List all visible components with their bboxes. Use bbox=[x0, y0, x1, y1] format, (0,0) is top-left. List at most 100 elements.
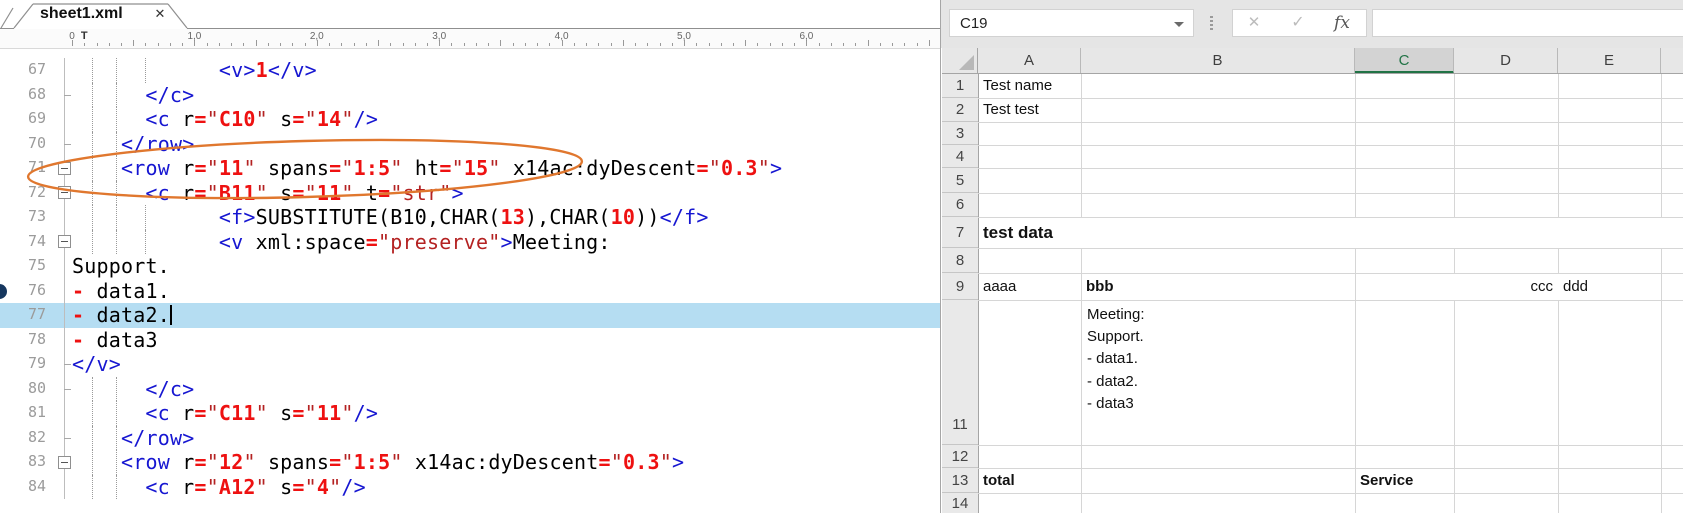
indent-guide bbox=[92, 450, 94, 475]
editor-tab-bar: sheet1.xml ✕ bbox=[0, 0, 940, 29]
tab-close-icon[interactable]: ✕ bbox=[152, 6, 168, 22]
name-box-dropdown-icon[interactable] bbox=[1174, 22, 1184, 27]
column-header-C[interactable]: C bbox=[1355, 48, 1454, 74]
formula-buttons: ✕ ✓ fx bbox=[1232, 9, 1367, 37]
cell-D9[interactable]: ccc bbox=[1459, 273, 1553, 300]
ruler-tick bbox=[415, 43, 416, 46]
formula-bar-input[interactable] bbox=[1372, 9, 1683, 37]
code-line-69[interactable]: <c r="C10" s="14"/> bbox=[145, 107, 378, 132]
row-header-2[interactable]: 2 bbox=[942, 98, 978, 122]
cell-E9[interactable]: ddd bbox=[1563, 273, 1656, 300]
fold-collapse-icon[interactable] bbox=[58, 235, 71, 248]
editor-ruler: 01,02,03,04,05,06,0T bbox=[0, 29, 940, 49]
cell-C13[interactable]: Service bbox=[1360, 468, 1449, 493]
column-header-D[interactable]: D bbox=[1454, 48, 1558, 74]
code-line-80[interactable]: </c> bbox=[145, 377, 194, 402]
row-header-9[interactable]: 9 bbox=[942, 273, 978, 300]
ruler-tick bbox=[451, 43, 452, 46]
cell-A2[interactable]: Test test bbox=[983, 98, 1076, 122]
line-number: 67 bbox=[0, 60, 46, 78]
tab-sheet1-xml[interactable]: sheet1.xml bbox=[40, 5, 123, 23]
ruler-tick bbox=[549, 43, 550, 46]
fold-collapse-icon[interactable] bbox=[58, 456, 71, 469]
fold-end-tick bbox=[64, 95, 71, 96]
code-line-77[interactable]: - data2. bbox=[72, 303, 170, 328]
ruler-tick bbox=[84, 43, 85, 46]
indent-guide bbox=[145, 58, 147, 83]
column-header-F[interactable] bbox=[1661, 48, 1683, 74]
code-line-79[interactable]: </v> bbox=[72, 352, 121, 377]
row-header-3[interactable]: 3 bbox=[942, 122, 978, 145]
ruler-tick bbox=[917, 43, 918, 46]
indent-guide bbox=[92, 401, 94, 426]
code-line-67[interactable]: <v>1</v> bbox=[219, 58, 317, 83]
code-line-78[interactable]: - data3 bbox=[72, 328, 158, 353]
ruler-tick bbox=[672, 43, 673, 46]
ruler-label: 3,0 bbox=[432, 31, 446, 42]
insert-function-icon[interactable]: fx bbox=[1323, 10, 1361, 36]
column-header-B[interactable]: B bbox=[1081, 48, 1355, 74]
indent-guide bbox=[116, 230, 118, 255]
ruler-tick bbox=[904, 43, 905, 46]
row-header-14[interactable]: 14 bbox=[942, 493, 978, 513]
name-box-value: C19 bbox=[960, 15, 988, 32]
code-line-75[interactable]: Support. bbox=[72, 254, 170, 279]
fold-end-tick bbox=[64, 438, 71, 439]
select-all-button[interactable] bbox=[942, 48, 978, 74]
row-header-7[interactable]: 7 bbox=[942, 217, 978, 248]
ruler-tick bbox=[855, 43, 856, 46]
cell-B9[interactable]: bbb bbox=[1086, 273, 1350, 300]
column-header-E[interactable]: E bbox=[1558, 48, 1661, 74]
column-header-A[interactable]: A bbox=[978, 48, 1081, 74]
ruler-tick bbox=[733, 43, 734, 46]
indent-guide bbox=[116, 475, 118, 500]
row-header-11[interactable]: 11 bbox=[942, 300, 978, 445]
row-header-8[interactable]: 8 bbox=[942, 248, 978, 273]
row-header-12[interactable]: 12 bbox=[942, 445, 978, 468]
indent-guide bbox=[116, 58, 118, 83]
row-header-1[interactable]: 1 bbox=[942, 74, 978, 98]
indent-guide bbox=[145, 230, 147, 255]
code-line-83[interactable]: <row r="12" spans="1:5" x14ac:dyDescent=… bbox=[121, 450, 684, 475]
ruler-tick bbox=[219, 43, 220, 46]
ruler-tick bbox=[513, 43, 514, 46]
row-header-5[interactable]: 5 bbox=[942, 168, 978, 193]
cell-A1[interactable]: Test name bbox=[983, 74, 1076, 98]
ruler-tick bbox=[843, 43, 844, 46]
code-line-81[interactable]: <c r="C11" s="11"/> bbox=[145, 401, 378, 426]
indent-guide bbox=[116, 450, 118, 475]
ruler-tick bbox=[647, 43, 648, 46]
code-line-68[interactable]: </c> bbox=[145, 83, 194, 108]
name-box[interactable]: C19 bbox=[949, 9, 1194, 37]
enter-icon[interactable]: ✓ bbox=[1279, 10, 1317, 36]
indent-guide bbox=[116, 107, 118, 132]
indent-guide bbox=[116, 401, 118, 426]
indent-guide bbox=[92, 58, 94, 83]
ruler-tick bbox=[329, 43, 330, 46]
cell-B11[interactable]: Meeting:Support.- data1.- data2.- data3 bbox=[1087, 304, 1349, 415]
code-line-76[interactable]: - data1. bbox=[72, 279, 170, 304]
cell-A7[interactable]: test data bbox=[983, 217, 1076, 248]
code-line-84[interactable]: <c r="A12" s="4"/> bbox=[145, 475, 365, 500]
ruler-tick bbox=[721, 43, 722, 46]
ruler-tick bbox=[709, 43, 710, 46]
ruler-tick bbox=[782, 43, 783, 46]
ruler-tick bbox=[794, 43, 795, 46]
ruler-tick bbox=[231, 43, 232, 46]
ruler-tick bbox=[745, 40, 746, 46]
row-header-6[interactable]: 6 bbox=[942, 193, 978, 217]
row-header-13[interactable]: 13 bbox=[942, 468, 978, 493]
ruler-tick bbox=[880, 43, 881, 46]
cell-A13[interactable]: total bbox=[983, 468, 1076, 493]
ruler-tick bbox=[145, 43, 146, 46]
ruler-tick bbox=[500, 40, 501, 46]
line-number: 80 bbox=[0, 379, 46, 397]
ruler-tick bbox=[611, 43, 612, 46]
code-line-73[interactable]: <f>SUBSTITUTE(B10,CHAR(13),CHAR(10))</f> bbox=[219, 205, 709, 230]
row-header-4[interactable]: 4 bbox=[942, 145, 978, 168]
code-line-74[interactable]: <v xml:space="preserve">Meeting: bbox=[219, 230, 611, 255]
cell-A9[interactable]: aaaa bbox=[983, 273, 1076, 300]
cancel-icon[interactable]: ✕ bbox=[1235, 10, 1273, 36]
code-line-82[interactable]: </row> bbox=[121, 426, 194, 451]
ruler-label: 1,0 bbox=[187, 31, 201, 42]
